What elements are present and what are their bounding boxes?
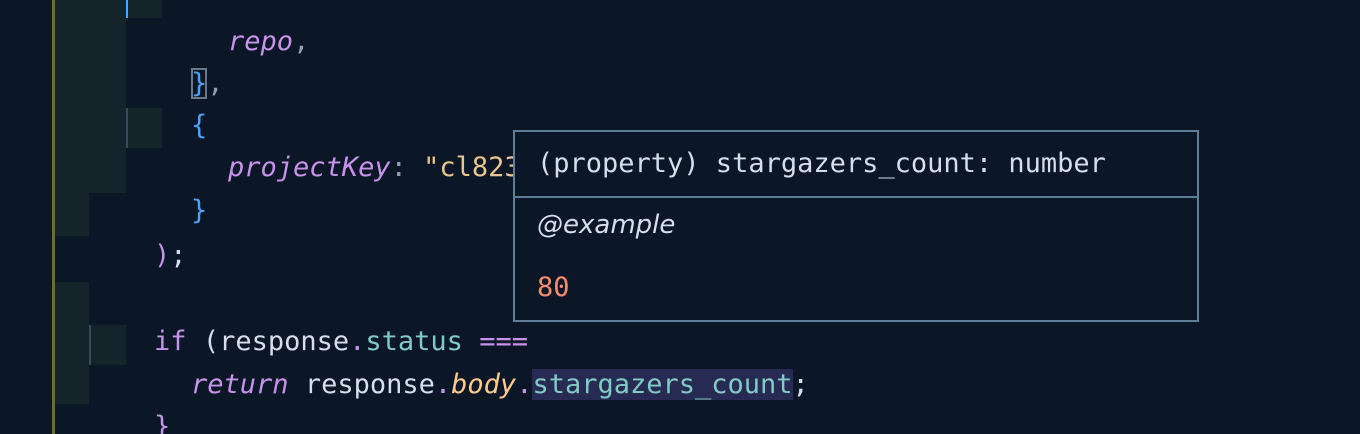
code-line[interactable]: { [126, 66, 207, 141]
hover-example-value: 80 [537, 272, 570, 303]
indent-guide [55, 282, 89, 404]
indent-guide-bar [126, 0, 128, 18]
code-token: . [516, 369, 533, 400]
indent-guide [89, 0, 126, 193]
code-token: . [434, 369, 452, 400]
code-token: return [191, 369, 289, 400]
indent-guide [126, 0, 162, 18]
code-token: } [154, 411, 171, 434]
code-token: repo [228, 26, 294, 57]
code-line[interactable]: return response.body.stargazers_count; [126, 325, 809, 400]
hovered-symbol[interactable]: stargazers_count [532, 369, 793, 400]
code-token: ) [154, 240, 171, 271]
code-token: ; [792, 369, 809, 400]
code-editor[interactable]: repo, }, { projectKey: "cl823alx00590ojd… [0, 0, 1360, 434]
indent-guide [55, 0, 89, 236]
code-line[interactable]: } [126, 151, 207, 226]
code-token: projectKey [228, 152, 391, 183]
code-token: , [207, 68, 224, 99]
code-token: response [304, 369, 435, 400]
code-token: body [451, 369, 517, 400]
hover-doc-tag: @example [537, 210, 676, 240]
code-token: } [191, 195, 208, 226]
hover-tooltip[interactable]: (property) stargazers_count: number @exa… [513, 130, 1199, 322]
code-line[interactable]: repo, [163, 0, 309, 57]
code-line[interactable]: ); [89, 196, 187, 271]
code-line[interactable]: } [89, 367, 170, 434]
code-token: : [390, 152, 424, 183]
hover-signature: (property) stargazers_count: number [515, 132, 1197, 198]
code-line[interactable]: if (response.status === [89, 282, 528, 357]
code-line[interactable]: }, [126, 24, 224, 99]
code-token: ; [170, 240, 187, 271]
code-token: , [293, 26, 310, 57]
